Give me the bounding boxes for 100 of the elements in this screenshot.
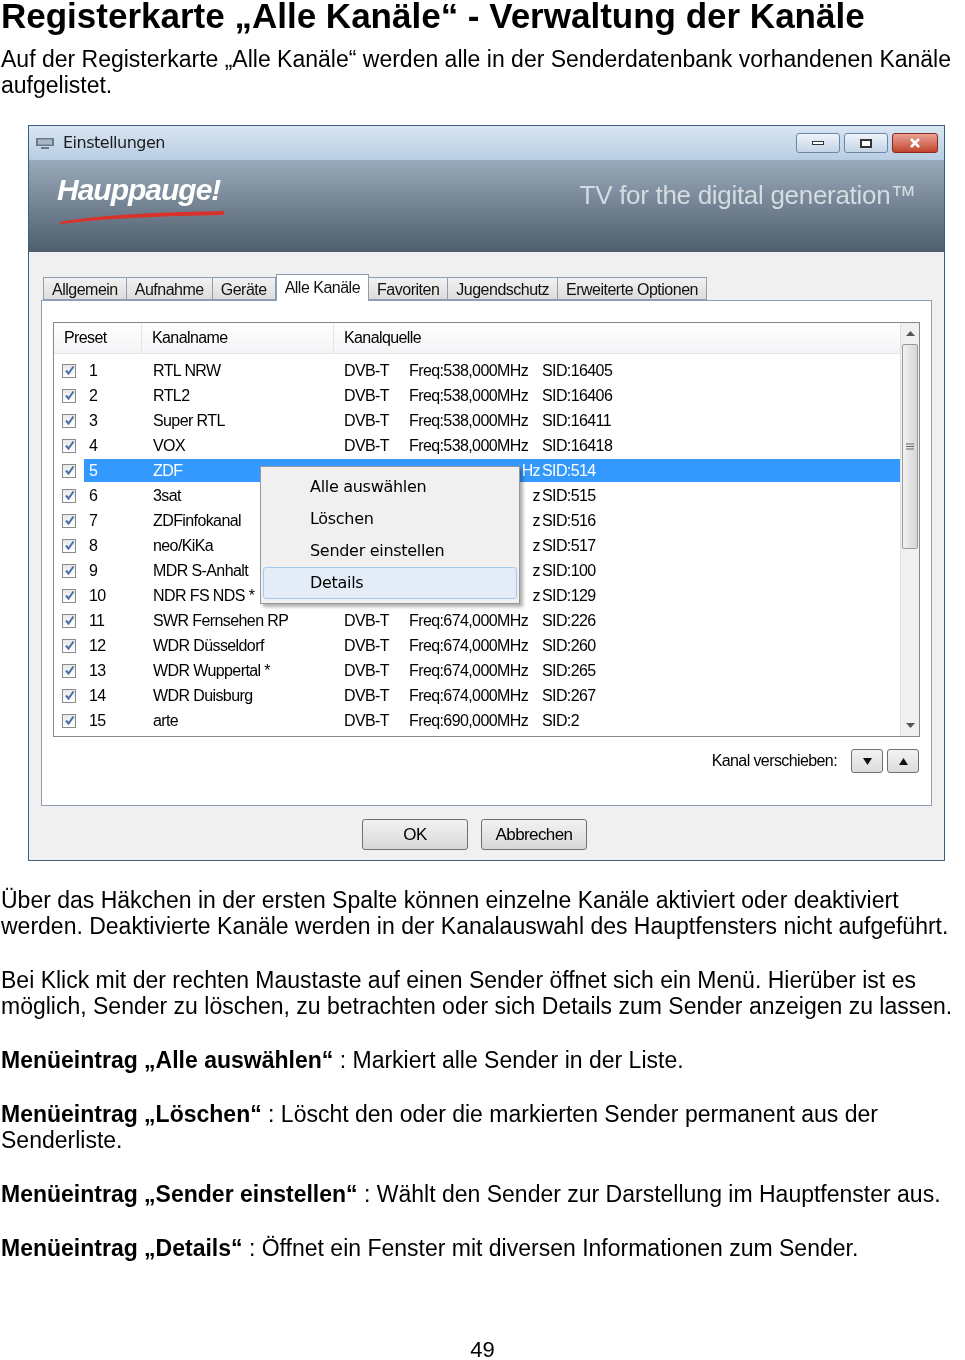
- checkbox[interactable]: [62, 713, 76, 728]
- checkbox[interactable]: [62, 363, 76, 378]
- checkbox[interactable]: [62, 638, 76, 653]
- table-cell: 14: [89, 686, 106, 704]
- table-cell: 1: [89, 361, 98, 379]
- up-triangle-icon: [898, 757, 908, 765]
- table-cell: 2: [89, 386, 98, 404]
- table-cell-text: z: [532, 560, 540, 581]
- table-cell: 8: [89, 536, 98, 554]
- checkbox[interactable]: [62, 688, 76, 703]
- scrollbar[interactable]: [900, 323, 919, 736]
- table-cell-text: z: [532, 485, 540, 506]
- column-header[interactable]: Preset: [54, 323, 142, 353]
- dialog-button[interactable]: Abbrechen: [481, 819, 587, 850]
- table-cell-text: Freq:538,000MHz: [409, 385, 529, 406]
- body-paragraph: Über das Häkchen in der ersten Spalte können einzelne Kanäle aktiviert oder deaktiviert werden. Deaktivierte Kanäle werden in der Kanalauswahl des Hauptfensters nicht aufgeführt.: [1, 887, 950, 939]
- table-cell: RTL2: [153, 386, 190, 404]
- close-icon: [909, 138, 921, 148]
- intro-text: Auf der Registerkarte „Alle Kanäle“ werden alle in der Senderdatenbank vorhandenen Kanäle aufgelistet.: [0, 46, 952, 98]
- table-cell: 6: [89, 486, 98, 504]
- menu-item[interactable]: Details: [263, 567, 517, 599]
- body-paragraph: Menüeintrag „Löschen“ : Löscht den oder die markierten Sender permanent aus der Senderliste.: [1, 1101, 879, 1153]
- checkbox[interactable]: [62, 588, 76, 603]
- minimize-icon: [812, 141, 824, 145]
- down-triangle-icon: [862, 757, 872, 765]
- maximize-button[interactable]: [844, 133, 888, 153]
- checkbox[interactable]: [62, 388, 76, 403]
- table-cell: 9: [89, 561, 98, 579]
- table-cell-text: z: [532, 510, 540, 531]
- table-cell: DVB-T: [344, 361, 389, 379]
- table-cell-text: Freq:674,000MHz: [409, 685, 529, 706]
- tab[interactable]: Alle Kanäle: [275, 274, 370, 301]
- table-cell-text: SID:16411: [542, 410, 612, 431]
- table-cell: ZDF: [153, 461, 183, 479]
- tab[interactable]: Allgemein: [43, 277, 127, 300]
- table-cell-text: Freq:690,000MHz: [409, 710, 529, 731]
- tab[interactable]: Favoriten: [368, 277, 449, 300]
- table-cell: WDR Wuppertal *: [153, 661, 270, 679]
- table-cell: Super RTL: [153, 411, 225, 429]
- checkbox[interactable]: [62, 663, 76, 678]
- checkbox[interactable]: [62, 488, 76, 503]
- table-cell: DVB-T: [344, 661, 389, 679]
- table-cell: 5: [89, 461, 98, 479]
- table-cell-text: Freq:674,000MHz: [409, 635, 529, 656]
- table-cell-text: SID:517: [542, 535, 596, 556]
- table-cell: 11: [89, 611, 105, 629]
- scroll-thumb[interactable]: [902, 344, 918, 549]
- menu-item[interactable]: Sender einstellen: [263, 535, 517, 567]
- table-cell-text: Hz: [521, 460, 540, 481]
- move-label: Kanal verschieben:: [711, 751, 837, 771]
- table-cell: 4: [89, 436, 98, 454]
- page-number: 49: [469, 1337, 496, 1360]
- table-cell-text: Freq:538,000MHz: [409, 435, 529, 456]
- table-cell: 10: [89, 586, 106, 604]
- down-arrow-icon[interactable]: [905, 723, 915, 728]
- menu-item[interactable]: Alle auswählen: [263, 471, 517, 503]
- checkbox[interactable]: [62, 613, 76, 628]
- table-cell: WDR Düsseldorf: [153, 636, 264, 654]
- minimize-button[interactable]: [796, 133, 840, 153]
- checkbox[interactable]: [62, 463, 76, 478]
- table-cell: RTL NRW: [153, 361, 221, 379]
- checkbox[interactable]: [62, 538, 76, 553]
- table-cell: 3sat: [153, 486, 181, 504]
- checkbox[interactable]: [62, 563, 76, 578]
- table-cell: ZDFinfokanal: [153, 511, 241, 529]
- tab[interactable]: Geräte: [211, 277, 276, 300]
- table-cell-text: SID:16418: [542, 435, 613, 456]
- tab[interactable]: Erweiterte Optionen: [557, 277, 707, 300]
- table-cell-text: SID:16406: [542, 385, 613, 406]
- checkbox[interactable]: [62, 438, 76, 453]
- column-header[interactable]: Kanalquelle: [334, 323, 900, 353]
- move-down-button[interactable]: [851, 749, 883, 773]
- table-cell-text: Freq:538,000MHz: [409, 360, 529, 381]
- slogan: TV for the digital generation™: [579, 179, 916, 212]
- table-cell: neo/KiKa: [153, 536, 214, 554]
- table-cell-text: SID:265: [542, 660, 596, 681]
- table-cell-text: SID:16405: [542, 360, 613, 381]
- tab[interactable]: Aufnahme: [125, 277, 213, 300]
- table-cell: DVB-T: [344, 386, 389, 404]
- checkbox[interactable]: [62, 513, 76, 528]
- table-cell-text: Freq:674,000MHz: [409, 660, 529, 681]
- table-cell: DVB-T: [344, 711, 389, 729]
- close-button[interactable]: [892, 133, 938, 153]
- tv-icon: [35, 136, 55, 150]
- table-cell: WDR Duisburg: [153, 686, 253, 704]
- menu-item[interactable]: Löschen: [263, 503, 517, 535]
- table-cell: DVB-T: [344, 611, 389, 629]
- table-cell: 15: [89, 711, 106, 729]
- column-header[interactable]: Kanalname: [142, 323, 334, 353]
- up-arrow-icon[interactable]: [905, 331, 915, 336]
- table-cell-text: Freq:674,000MHz: [409, 610, 529, 631]
- table-cell: MDR S-Anhalt: [153, 561, 249, 579]
- table-cell: NDR FS NDS *: [153, 586, 255, 604]
- table-cell-text: SID:514: [542, 460, 596, 481]
- table-cell-text: Freq:538,000MHz: [409, 410, 529, 431]
- checkbox[interactable]: [62, 413, 76, 428]
- dialog-button[interactable]: OK: [362, 819, 468, 850]
- tab[interactable]: Jugendschutz: [447, 277, 558, 300]
- table-cell-text: SID:2: [542, 710, 580, 731]
- move-up-button[interactable]: [887, 749, 919, 773]
